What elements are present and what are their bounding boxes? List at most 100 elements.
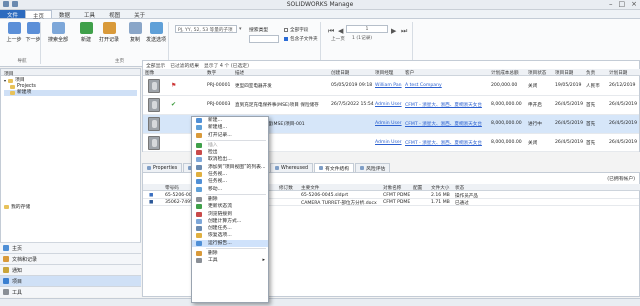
tab-tools[interactable]: 工具 [77, 10, 102, 19]
filter-all[interactable]: 全部显示 [146, 62, 165, 69]
tab-data[interactable]: 数据 [52, 10, 77, 19]
menu-item[interactable]: 工具 ▸ [192, 257, 268, 264]
col-plan[interactable]: 计划日期 [609, 70, 627, 76]
tab-about[interactable]: 关于 [127, 10, 152, 19]
cell-client[interactable]: CFMT - 浙星大、浙西、夏桐浙天女台 [405, 140, 482, 146]
last-page-icon[interactable]: ⏭ [401, 27, 407, 36]
expand-icon[interactable]: ▾ [4, 78, 6, 84]
next-page-icon[interactable]: ▶ [391, 27, 396, 35]
folder-open-icon [102, 22, 116, 34]
tab-file[interactable]: 文件 [0, 10, 26, 19]
page-input[interactable]: 1 [346, 25, 388, 33]
grid-filter-bar: 全部显示 已过滤的结果 显示了 4 个 (已选定) [146, 62, 249, 69]
cell-date: 26/4/5/2019 [555, 140, 584, 145]
col-state[interactable]: 状态 [455, 185, 464, 191]
menu-item[interactable]: 恢复选项... [192, 232, 268, 239]
menu-item-label: 工具 [208, 258, 218, 264]
structure-icon [319, 166, 324, 170]
detail-tabs-right: Whereused 有文件结构 风险评估 [270, 163, 391, 172]
saved-search-item[interactable]: 我的存储 [4, 203, 30, 210]
minimize-icon[interactable]: – [609, 0, 613, 8]
cell-pm[interactable]: Admin User [375, 102, 402, 107]
menu-item[interactable]: 删除 [192, 196, 268, 203]
tab-whereused[interactable]: Whereused [270, 163, 314, 172]
search-dropdown-icon[interactable]: ▾ [239, 26, 242, 32]
menu-item[interactable]: 添加到“项目视图”的列表... [192, 164, 268, 171]
menu-item[interactable]: 更新状态流 [192, 203, 268, 210]
home-icon [3, 245, 9, 251]
col-number[interactable]: 数字 [207, 70, 216, 76]
search-input[interactable]: PJ, YY, 52, 53 等量的子项 [175, 25, 237, 33]
first-page-icon[interactable]: ⏮ [328, 27, 334, 36]
col-config[interactable]: 配置 [413, 185, 422, 191]
cell-client[interactable]: A test Company [405, 83, 442, 88]
menu-item[interactable]: 取消检出... [192, 156, 268, 163]
menu-item[interactable]: 创建计算方式... [192, 218, 268, 225]
folder-tree: ▾ 项目 Projects 新建项 [1, 76, 140, 98]
tab-home[interactable]: 主页 [25, 10, 53, 20]
col-file-size[interactable]: 文件大小 [431, 185, 449, 191]
col-responsible[interactable]: 负责 [586, 70, 595, 76]
menu-item-icon [196, 157, 202, 163]
close-icon[interactable]: × [631, 0, 637, 8]
col-description[interactable]: 描述 [235, 70, 244, 76]
tree-item-new[interactable]: 新建项 [4, 90, 137, 96]
menu-item-label: 运行报告... [208, 240, 232, 246]
menu-item[interactable]: 运行报告... [192, 239, 268, 248]
tab-view[interactable]: 视图 [102, 10, 127, 19]
nav-home[interactable]: 主页 [0, 242, 141, 253]
nav-tools[interactable]: 工具 [0, 286, 141, 297]
prev-page-icon[interactable]: ◀ [338, 27, 343, 35]
col-status[interactable]: 项目状态 [528, 70, 546, 76]
cell-pm[interactable]: Admin User [375, 140, 402, 145]
check-include-subfolders[interactable]: 包含子文件夹 [284, 36, 318, 42]
cell-date: 26/4/5/2019 [555, 121, 584, 126]
col-date[interactable]: 项目日期 [555, 70, 573, 76]
tab-file-structure[interactable]: 有文件结构 [314, 163, 355, 172]
col-client[interactable]: 客户 [405, 70, 414, 76]
tab-risk[interactable]: 风险评估 [355, 163, 391, 172]
col-revision[interactable]: 修订数 [279, 185, 293, 191]
open-record-button[interactable]: 打开记录 [94, 22, 124, 43]
nav-documents[interactable]: 文档和记录 [0, 253, 141, 264]
menu-item[interactable]: 移动... [192, 186, 268, 193]
menu-item[interactable]: 创建任务... [192, 225, 268, 232]
document-icon [3, 256, 9, 262]
cell-pm[interactable]: Admin User [375, 121, 402, 126]
menu-item[interactable]: 检出 [192, 149, 268, 156]
col-created[interactable]: 创建日期 [331, 70, 349, 76]
menu-item-label: 新建... [208, 118, 223, 123]
menu-item[interactable]: 打开记录... [192, 132, 268, 139]
search-type-select[interactable] [249, 35, 279, 43]
nav-projects[interactable]: 项目 [0, 275, 141, 286]
cell-pm[interactable]: William Pan [375, 83, 402, 88]
menu-item-icon [196, 179, 202, 185]
menu-item[interactable]: 删除 [192, 250, 268, 257]
col-object-name[interactable]: 对象名称 [383, 185, 401, 191]
menu-item[interactable]: 任务视... [192, 178, 268, 185]
context-menu: 新建... 新建组... 打开记录... 插入 检出 取消检出... 添加到“项目视图”的列… [191, 116, 269, 303]
filtered-results[interactable]: 已过滤的结果 [170, 62, 199, 69]
col-image[interactable]: 图像 [145, 70, 154, 76]
check-all-fields[interactable]: 全部字段 [284, 27, 308, 33]
menu-item[interactable]: 浏览链接到 [192, 211, 268, 218]
table-row[interactable]: ✔ PRJ-00003 直到充足充电保养事(MSE)项目 保险储存 26/7/5… [143, 96, 639, 115]
col-pm[interactable]: 项目经理 [375, 70, 393, 76]
col-part-number[interactable]: 零号码 [165, 185, 179, 191]
nav-notifications[interactable]: 通知 [0, 264, 141, 275]
maximize-icon[interactable]: □ [619, 0, 626, 8]
table-row[interactable]: ⚑ PRJ-00001 更型四室电器开发 05/05/2019 09:18 Wi… [143, 77, 639, 96]
menu-item[interactable]: 插入 [192, 142, 268, 149]
send-options-button[interactable]: 发送选项 [143, 22, 169, 43]
cell-client[interactable]: CFMT - 浙星大、浙西、夏桐浙天女台 [405, 121, 482, 127]
col-cost[interactable]: 计划成本总额 [491, 70, 519, 76]
menu-item[interactable]: 新建组... [192, 124, 268, 131]
cell-created: 05/05/2019 09:18 [331, 83, 373, 88]
window-title: SOLIDWORKS Manage [286, 1, 354, 8]
cell-client[interactable]: CFMT - 浙星大、浙西、夏桐浙天女台 [405, 102, 482, 108]
search-all-button[interactable]: 搜索全部 [43, 22, 73, 43]
menu-item[interactable]: 新建... [192, 117, 268, 124]
menu-item[interactable]: 任务视... [192, 171, 268, 178]
tab-properties[interactable]: Properties [142, 163, 183, 172]
col-main-file[interactable]: 主要文件 [301, 185, 319, 191]
